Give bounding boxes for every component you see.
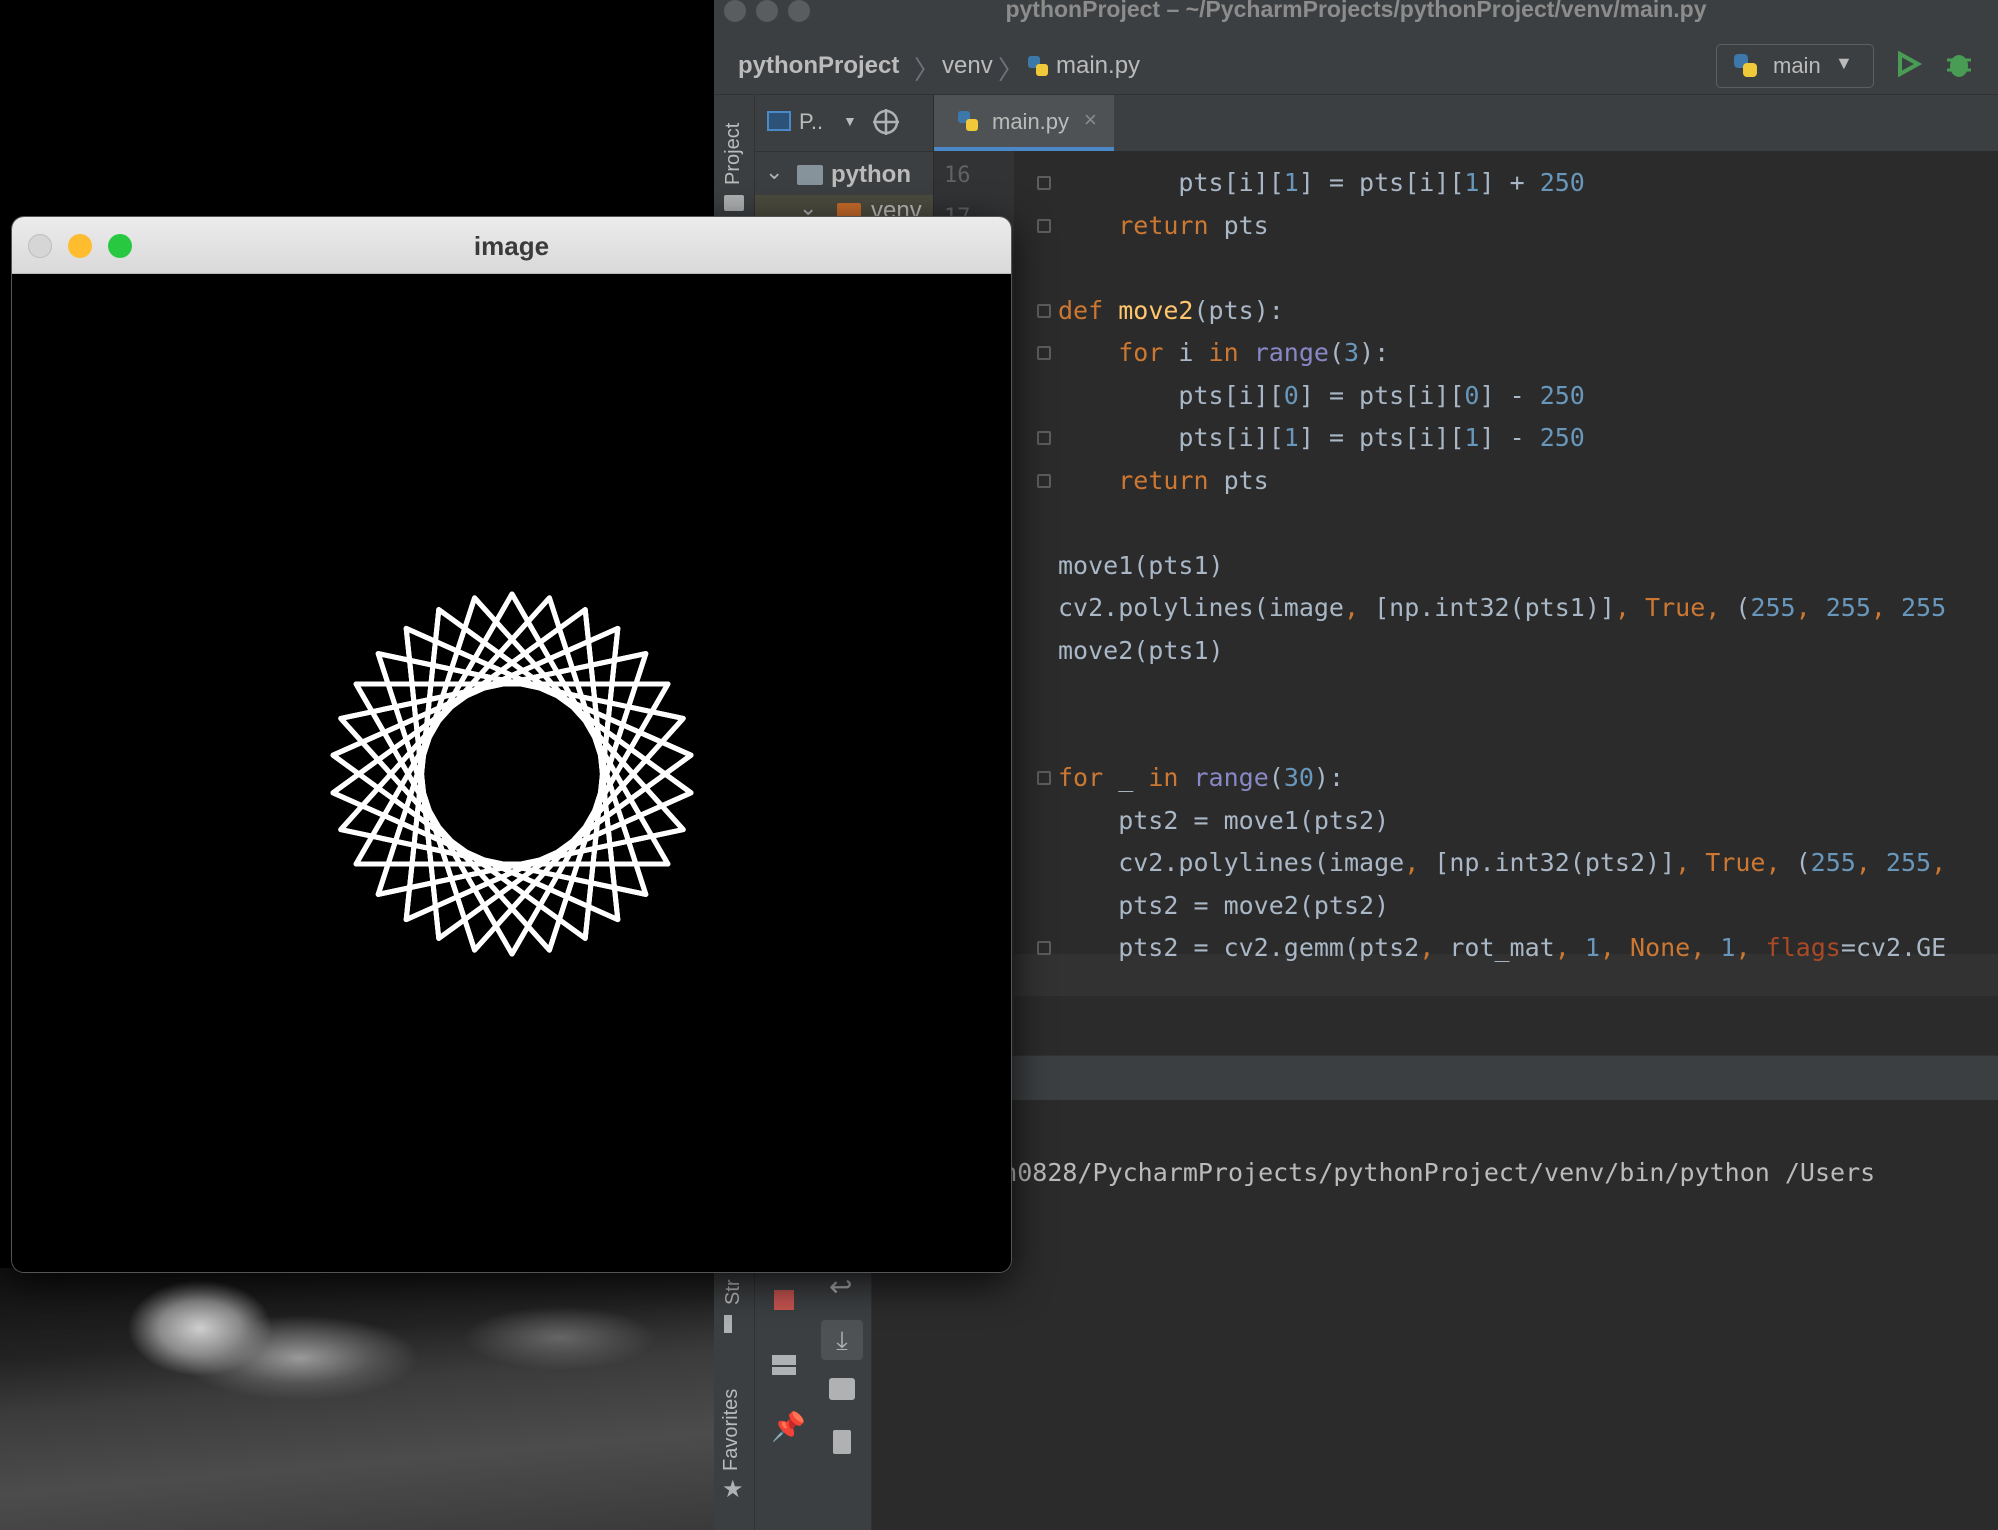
image-window: image xyxy=(12,217,1011,1272)
favorites-tool-tab[interactable]: Favorites xyxy=(720,1389,743,1471)
run-console[interactable]: gusdn0828/PycharmProjects/pythonProject/… xyxy=(872,1100,1998,1530)
code-line[interactable]: pts2 = cv2.gemm(pts2, rot_mat, 1, None, … xyxy=(1058,927,1946,969)
code-line[interactable]: move2(pts1) xyxy=(1058,630,1224,672)
print-icon[interactable] xyxy=(829,1378,855,1400)
tree-item-label: python xyxy=(831,161,911,188)
tab-label: main.py xyxy=(992,109,1070,134)
structure-icon xyxy=(724,1315,742,1333)
code-line[interactable]: pts2 = move2(pts2) xyxy=(1058,885,1389,927)
project-view-selector[interactable]: P.. xyxy=(799,109,823,135)
stop-icon[interactable] xyxy=(774,1290,794,1310)
code-line[interactable]: pts[i][0] = pts[i][0] - 250 xyxy=(1058,375,1584,417)
code-line[interactable]: for _ in range(30): xyxy=(1058,757,1344,799)
ide-titlebar: pythonProject – ~/PycharmProjects/python… xyxy=(714,0,1998,39)
code-editor[interactable]: 16 17 pts[i][1] = pts[i][1] + 250 return… xyxy=(934,151,1998,1055)
python-file-icon xyxy=(1026,54,1052,85)
layout-icon[interactable] xyxy=(772,1355,796,1375)
code-line[interactable]: pts[i][1] = pts[i][1] + 250 xyxy=(1058,162,1584,204)
run-configuration-label: main xyxy=(1773,53,1821,78)
chevron-down-icon: ▼ xyxy=(843,113,857,129)
structure-tool-tab[interactable]: Str xyxy=(722,1279,745,1305)
fold-marker-icon[interactable] xyxy=(1037,941,1051,955)
code-line[interactable]: pts2 = move1(pts2) xyxy=(1058,800,1389,842)
image-window-titlebar: image xyxy=(12,217,1011,274)
chevron-down-icon: ▼ xyxy=(1835,53,1853,73)
fold-marker-icon[interactable] xyxy=(1037,176,1051,190)
debug-icon[interactable] xyxy=(1944,48,1974,85)
fold-marker-icon[interactable] xyxy=(1037,303,1051,318)
folder-icon xyxy=(797,165,823,185)
close-icon[interactable]: × xyxy=(1084,107,1097,133)
breadcrumb-folder[interactable]: venv xyxy=(942,52,993,80)
breadcrumb-file[interactable]: main.py xyxy=(1056,52,1140,80)
navigation-bar: pythonProject 〉 venv 〉 main.py main ▼ xyxy=(714,38,1998,95)
breadcrumb-separator: 〉 xyxy=(998,55,1025,85)
code-line[interactable]: return pts xyxy=(1058,460,1269,502)
star-figure xyxy=(330,591,694,957)
fold-marker-icon[interactable] xyxy=(1037,346,1051,360)
editor-tab-bar: main.py × xyxy=(934,95,1998,152)
image-window-title: image xyxy=(473,231,550,261)
tree-item-python[interactable]: ⌄ python xyxy=(755,155,933,195)
rerun-icon[interactable] xyxy=(1894,48,1924,85)
scroll-to-end-icon[interactable]: ⤓ xyxy=(821,1320,863,1360)
code-line[interactable]: for i in range(3): xyxy=(1058,332,1389,374)
project-tool-tab[interactable]: Project xyxy=(722,123,745,185)
wallpaper-photo xyxy=(0,1268,714,1530)
breadcrumb-project[interactable]: pythonProject xyxy=(738,52,899,80)
breadcrumb-separator: 〉 xyxy=(914,55,941,85)
fold-marker-icon[interactable] xyxy=(1037,431,1051,445)
code-line[interactable]: move1(pts1) xyxy=(1058,545,1224,587)
locate-file-icon[interactable] xyxy=(871,107,901,142)
trash-icon[interactable] xyxy=(833,1430,851,1454)
code-line[interactable]: cv2.polylines(image, [np.int32(pts1)], T… xyxy=(1058,587,1946,629)
pin-icon[interactable]: 📌 xyxy=(771,1410,806,1443)
console-output: gusdn0828/PycharmProjects/pythonProject/… xyxy=(942,1158,1876,1187)
window-title: pythonProject – ~/PycharmProjects/python… xyxy=(1005,0,1707,22)
project-toolbar: P.. ▼ xyxy=(755,95,933,152)
code-line[interactable]: def move2(pts): xyxy=(1058,290,1284,332)
folder-icon xyxy=(724,195,744,211)
fold-marker-icon[interactable] xyxy=(1037,771,1051,785)
line-number: 16 xyxy=(944,163,971,188)
chevron-down-icon: ⌄ xyxy=(765,159,784,184)
project-view-icon xyxy=(767,111,791,131)
python-icon xyxy=(1731,51,1761,86)
run-panel-header xyxy=(934,1055,1998,1102)
python-file-icon xyxy=(956,109,982,140)
run-configuration-selector[interactable]: main ▼ xyxy=(1716,44,1874,88)
fold-marker-icon[interactable] xyxy=(1037,473,1051,488)
star-icon: ★ xyxy=(722,1476,744,1503)
tab-main-py[interactable]: main.py × xyxy=(934,95,1114,151)
code-line[interactable]: cv2.polylines(image, [np.int32(pts2)], T… xyxy=(1058,842,1946,884)
center-hole xyxy=(450,712,574,836)
soft-wrap-icon[interactable]: ↩ xyxy=(829,1270,852,1303)
image-canvas xyxy=(12,274,1011,1272)
code-line[interactable]: pts[i][1] = pts[i][1] - 250 xyxy=(1058,417,1584,459)
code-line[interactable]: return pts xyxy=(1058,205,1269,247)
fold-marker-icon[interactable] xyxy=(1037,218,1051,233)
